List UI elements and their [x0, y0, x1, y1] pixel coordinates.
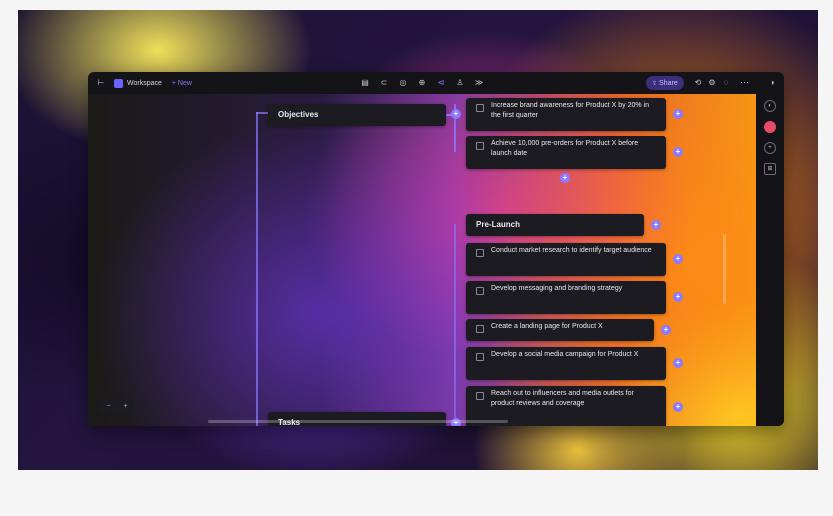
share-label: Share [659, 79, 678, 87]
add-child-button[interactable]: + [651, 220, 661, 230]
task-item[interactable]: Create a landing page for Product X [466, 319, 654, 341]
task-text: Conduct market research to identify targ… [491, 247, 652, 254]
link-icon[interactable]: ⊂ [379, 78, 389, 88]
add-child-button[interactable]: + [673, 402, 683, 412]
task-item[interactable]: Increase brand awareness for Product X b… [466, 98, 666, 131]
task-item[interactable]: Develop a social media campaign for Prod… [466, 347, 666, 380]
check-icon[interactable]: ◌ [721, 78, 731, 88]
task-text: Reach out to influencers and media outle… [491, 390, 634, 407]
connector-line [256, 112, 268, 114]
mindmap-icon[interactable]: ⊲ [436, 78, 446, 88]
add-child-button[interactable]: + [673, 292, 683, 302]
add-child-button[interactable]: + [451, 109, 461, 119]
share-button[interactable]: ⇪ Share [646, 76, 684, 90]
task-item[interactable]: Develop messaging and branding strategy [466, 281, 666, 314]
task-checkbox[interactable] [476, 287, 484, 295]
flow-icon[interactable]: ≫ [474, 78, 484, 88]
board-icon[interactable]: ▤ [360, 78, 370, 88]
add-icon[interactable]: + [764, 142, 776, 154]
add-child-button[interactable]: + [673, 147, 683, 157]
task-checkbox[interactable] [476, 104, 484, 112]
app-window: ⊢ Workspace + New ▤ ⊂ ◎ ⊕ ⊲ ♙ ≫ ⇪ Share … [88, 72, 784, 426]
task-text: Develop messaging and branding strategy [491, 285, 623, 292]
connector-line [454, 224, 456, 424]
new-button[interactable]: + New [172, 80, 192, 87]
task-checkbox[interactable] [476, 353, 484, 361]
workspace-name[interactable]: Workspace [127, 80, 162, 87]
zoom-out-icon[interactable]: − [106, 403, 110, 410]
tasks-node[interactable]: Tasks [268, 412, 446, 426]
palette-icon[interactable]: ◐ [764, 100, 776, 112]
zoom-control[interactable]: − + [100, 399, 134, 413]
task-text: Achieve 10,000 pre-orders for Product X … [491, 140, 639, 157]
top-toolbar: ⊢ Workspace + New ▤ ⊂ ◎ ⊕ ⊲ ♙ ≫ ⇪ Share … [88, 72, 784, 94]
task-item[interactable]: Achieve 10,000 pre-orders for Product X … [466, 136, 666, 169]
add-sibling-button[interactable]: + [560, 173, 570, 183]
horizontal-scrollbar[interactable] [208, 420, 508, 423]
database-icon[interactable]: ◎ [398, 78, 408, 88]
sidebar-toggle-icon[interactable]: ⊢ [96, 78, 106, 88]
task-text: Create a landing page for Product X [491, 323, 603, 330]
apps-icon[interactable]: ⊞ [764, 163, 776, 175]
add-child-button[interactable]: + [673, 254, 683, 264]
right-rail: ◐ + ⊞ [756, 94, 784, 426]
toolbar-center: ▤ ⊂ ◎ ⊕ ⊲ ♙ ≫ [360, 78, 484, 88]
hero-background: ⊢ Workspace + New ▤ ⊂ ◎ ⊕ ⊲ ♙ ≫ ⇪ Share … [18, 10, 818, 470]
task-text: Increase brand awareness for Product X b… [491, 102, 649, 119]
color-icon[interactable] [764, 121, 776, 133]
vertical-scrollbar[interactable] [723, 234, 726, 304]
prelaunch-title: Pre-Launch [476, 220, 521, 229]
workspace-logo-icon [114, 78, 123, 88]
share-icon: ⇪ [652, 80, 658, 87]
task-checkbox[interactable] [476, 392, 484, 400]
settings-icon[interactable]: ⚙ [707, 78, 717, 88]
mindmap-canvas[interactable]: Objectives + Increase brand awareness fo… [88, 94, 756, 426]
more-menu[interactable]: ··· [740, 77, 749, 87]
task-checkbox[interactable] [476, 325, 484, 333]
prelaunch-node[interactable]: Pre-Launch [466, 214, 644, 236]
history-icon[interactable]: ⟲ [693, 78, 703, 88]
zoom-in-icon[interactable]: + [123, 403, 127, 410]
connector-line [256, 112, 258, 426]
task-checkbox[interactable] [476, 142, 484, 150]
add-child-button[interactable]: + [661, 325, 671, 335]
add-child-button[interactable]: + [673, 109, 683, 119]
panel-icon[interactable]: ◑ [767, 78, 777, 88]
people-icon[interactable]: ♙ [455, 78, 465, 88]
add-child-button[interactable]: + [673, 358, 683, 368]
grid-icon[interactable]: ⊕ [417, 78, 427, 88]
objectives-node[interactable]: Objectives [268, 104, 446, 126]
task-text: Develop a social media campaign for Prod… [491, 351, 639, 358]
task-item[interactable]: Conduct market research to identify targ… [466, 243, 666, 276]
task-checkbox[interactable] [476, 249, 484, 257]
objectives-title: Objectives [278, 110, 319, 119]
